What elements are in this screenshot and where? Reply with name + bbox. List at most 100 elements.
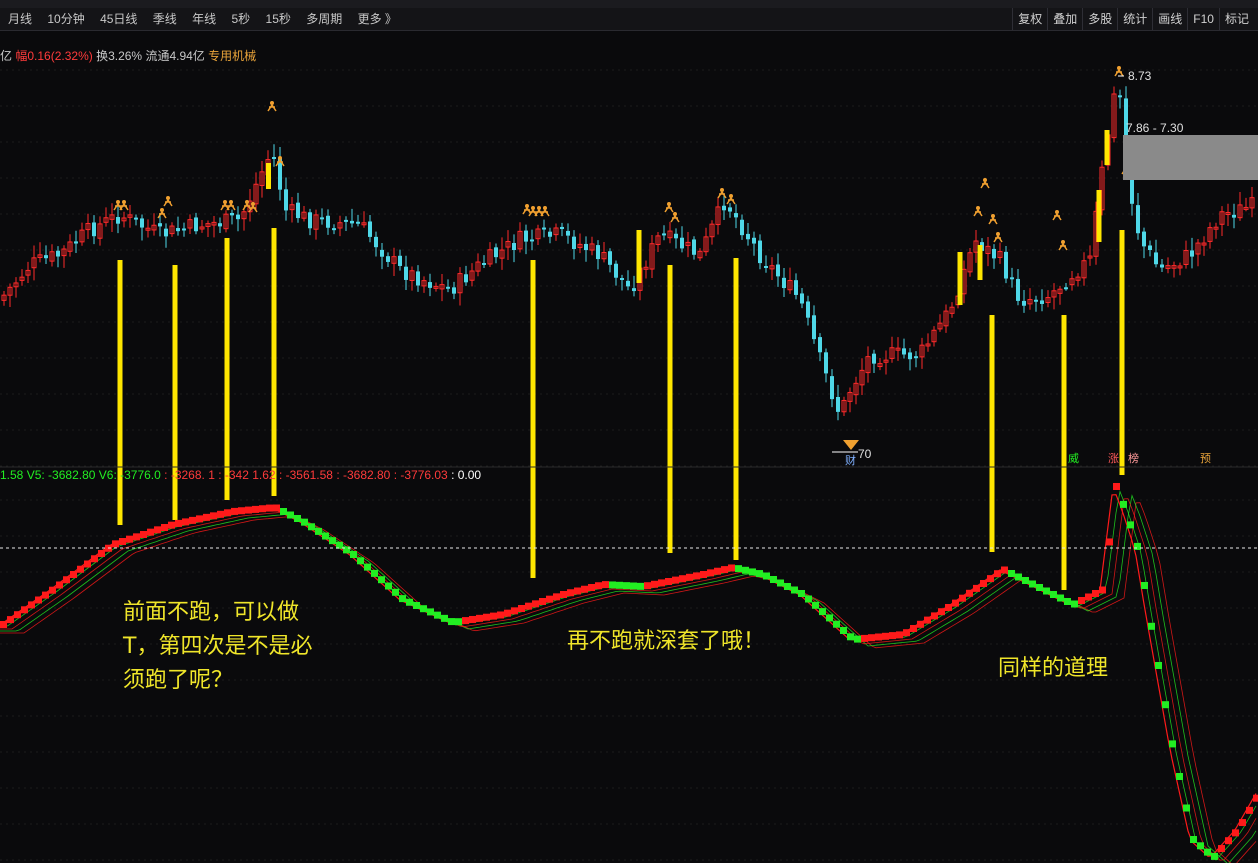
indicator-block <box>840 627 847 634</box>
indicator-block <box>847 633 854 641</box>
annotation-2: 再不跑就深套了哦！ <box>567 629 766 654</box>
indicator-block <box>490 612 497 620</box>
indicator-block <box>1134 542 1141 550</box>
indicator-block <box>343 546 350 554</box>
top-strip <box>0 0 1258 13</box>
indicator-block <box>56 581 63 589</box>
indicator-block <box>462 617 469 625</box>
candle-body <box>230 212 234 216</box>
signal-bar <box>733 258 739 560</box>
indicator-block <box>63 576 70 584</box>
indicator-block <box>1099 586 1106 594</box>
indicator-block <box>994 570 1001 578</box>
indicator-block <box>875 633 882 641</box>
indicator-block <box>595 582 602 590</box>
candle-body <box>482 263 486 266</box>
indicator-block <box>714 567 721 575</box>
candle-body <box>542 227 546 230</box>
indicator-block <box>175 519 182 527</box>
indicator-block <box>266 504 273 512</box>
indicator-block <box>504 609 511 617</box>
candle-body <box>284 189 288 211</box>
marker-figure <box>540 208 550 217</box>
ind-v6: V6: -3776.0 <box>98 468 161 482</box>
candle-body <box>320 217 324 220</box>
ind-s3: 1.62 : -3561.58 : -3682.80 : -3776.03 <box>252 468 448 482</box>
indicator-block <box>308 523 315 531</box>
marker-figure <box>226 202 236 211</box>
indicator-block <box>217 510 224 518</box>
indicator-block <box>483 613 490 621</box>
indicator-block <box>1015 573 1022 581</box>
indicator-block <box>161 524 168 531</box>
tab-multi-period[interactable]: 多周期 <box>306 12 342 26</box>
indicator-block <box>805 595 812 603</box>
indicator-block <box>1008 570 1015 577</box>
indicator-block <box>420 605 427 613</box>
tab-monthly[interactable]: 月线 <box>8 12 32 26</box>
indicator-block <box>735 565 742 573</box>
indicator-block <box>231 507 238 515</box>
indicator-block <box>1239 819 1246 827</box>
tab-45day[interactable]: 45日线 <box>100 12 137 26</box>
tab-5sec[interactable]: 5秒 <box>231 12 250 26</box>
candle-body <box>608 251 612 265</box>
badge-b: 涨 <box>1108 452 1119 465</box>
tab-15sec[interactable]: 15秒 <box>266 12 291 26</box>
indicator-block <box>938 608 945 616</box>
tab-more[interactable]: 更多 》 <box>358 12 397 26</box>
marker-figure <box>980 180 990 189</box>
candle-body <box>1148 245 1152 251</box>
candle-body <box>386 256 390 262</box>
annotation-1-line1: 前面不跑，可以做 <box>123 600 300 625</box>
statistics-button[interactable]: 统计 <box>1117 8 1152 30</box>
low-price-label: 70 <box>858 447 872 461</box>
ind-s2: 1 : -342 <box>208 468 249 482</box>
candle-body <box>734 213 738 218</box>
indicator-block <box>658 579 665 587</box>
candle-body <box>902 348 906 355</box>
overlay-button[interactable]: 叠加 <box>1047 8 1082 30</box>
indicator-block <box>686 573 693 581</box>
indicator-block <box>630 582 637 590</box>
restore-rights-button[interactable]: 复权 <box>1012 8 1047 30</box>
range-price-label: 7.86 - 7.30 <box>1126 121 1184 135</box>
f10-button[interactable]: F10 <box>1187 8 1219 30</box>
ind-vals: : -3268. <box>164 468 205 482</box>
indicator-block <box>700 571 707 578</box>
candle-body <box>452 287 456 294</box>
indicator-block <box>1176 773 1183 780</box>
multi-stock-button[interactable]: 多股 <box>1082 8 1117 30</box>
candle-body <box>446 286 450 289</box>
candle-body <box>722 205 726 211</box>
candle-body <box>1040 300 1044 304</box>
candle-body <box>1004 251 1008 279</box>
candle-body <box>218 223 222 227</box>
candle-body <box>1010 277 1014 280</box>
candle-body <box>662 233 666 236</box>
candle-body <box>92 222 96 237</box>
draw-line-button[interactable]: 画线 <box>1152 8 1187 30</box>
tab-quarterly[interactable]: 季线 <box>153 12 177 26</box>
indicator-block <box>28 601 35 609</box>
indicator-block <box>896 631 903 639</box>
indicator-block <box>553 593 560 601</box>
indicator-block <box>7 616 14 624</box>
candle-body <box>1160 264 1164 268</box>
indicator-block <box>511 607 518 615</box>
indicator-block <box>749 568 756 576</box>
kline-chart[interactable]: 8.73 7.86 - 7.30 70 财 威 涨 榜 预 <box>0 30 1258 863</box>
tab-yearly[interactable]: 年线 <box>192 12 216 26</box>
indicator-block <box>924 616 931 624</box>
high-price-label: 8.73 <box>1128 69 1152 83</box>
signal-bar <box>224 238 230 500</box>
mark-button[interactable]: 标记 <box>1218 8 1254 30</box>
tab-10min[interactable]: 10分钟 <box>47 12 84 26</box>
indicator-block <box>721 566 728 574</box>
indicator-block <box>644 582 651 590</box>
signal-bar <box>1061 315 1067 590</box>
signal-bar <box>1096 190 1102 242</box>
candle-body <box>992 248 996 259</box>
indicator-block <box>273 504 280 512</box>
candle-body <box>1016 278 1020 301</box>
